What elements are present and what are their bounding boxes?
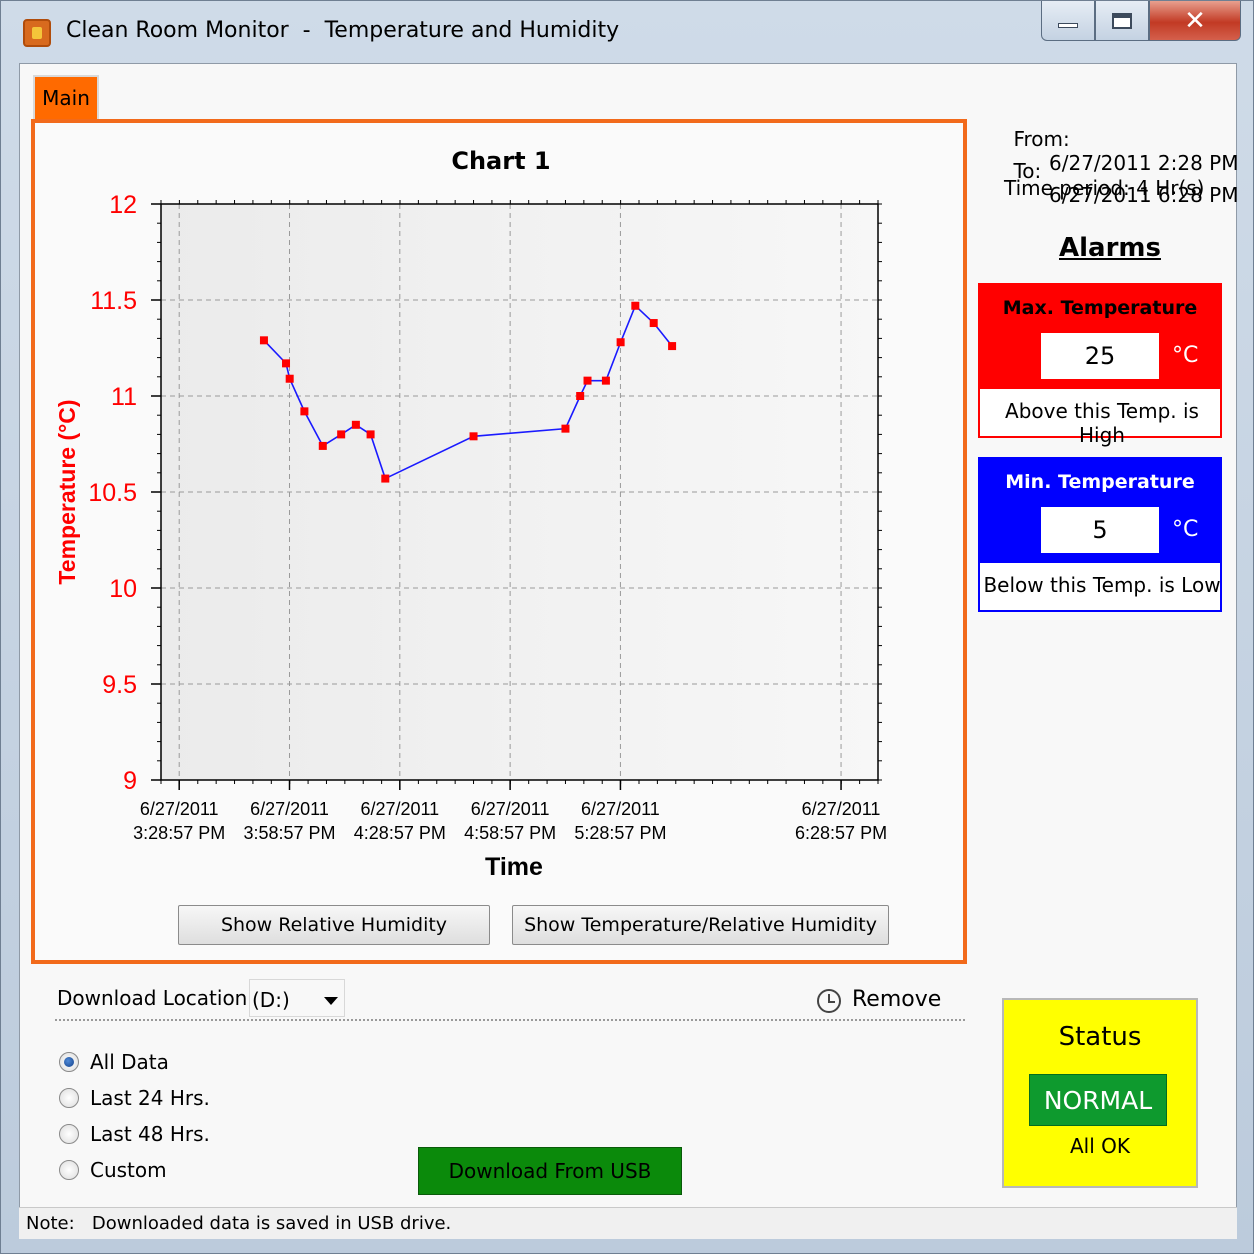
data-point [351, 420, 360, 429]
data-point [469, 432, 478, 441]
radio-label: All Data [90, 1050, 169, 1074]
data-point [381, 474, 390, 483]
status-badge: NORMAL [1029, 1074, 1167, 1126]
y-tick-label: 10 [109, 575, 137, 603]
status-note: All OK [1069, 1134, 1130, 1158]
data-point [561, 424, 570, 433]
data-point [601, 376, 610, 385]
app-window: Clean Room Monitor - Temperature and Hum… [0, 0, 1254, 1254]
chart-title: Chart 1 [451, 147, 551, 175]
data-point [631, 301, 640, 310]
download-location-select[interactable]: (D:) [249, 979, 345, 1017]
data-point [259, 336, 268, 345]
radio-label: Last 48 Hrs. [90, 1122, 210, 1146]
x-tick-label: 4:28:57 PM [354, 823, 446, 843]
radio-label: Last 24 Hrs. [90, 1086, 210, 1110]
radio-last-24-hrs[interactable]: Last 24 Hrs. [59, 1086, 210, 1110]
minimize-button[interactable] [1041, 1, 1095, 41]
from-value: 6/27/2011 2:28 PM [1049, 151, 1239, 175]
maximize-icon [1112, 12, 1132, 29]
window-title: Clean Room Monitor - Temperature and Hum… [66, 18, 620, 43]
radio-button[interactable] [59, 1088, 79, 1108]
x-tick-label: 6/27/2011 [250, 799, 329, 819]
temperature-chart: 1211.51110.5109.596/27/20113:28:57 PM6/2… [54, 191, 887, 881]
window-controls: ✕ [1041, 1, 1241, 43]
data-point [583, 376, 592, 385]
radio-all-data[interactable]: All Data [59, 1050, 169, 1074]
x-tick-label: 3:58:57 PM [243, 823, 335, 843]
x-tick-label: 3:28:57 PM [133, 823, 225, 843]
download-location-value: (D:) [252, 988, 290, 1012]
x-tick-label: 6/27/2011 [471, 799, 550, 819]
data-point [337, 430, 346, 439]
title-bar[interactable]: Clean Room Monitor - Temperature and Hum… [1, 1, 1253, 63]
x-tick-label: 6/27/2011 [802, 799, 881, 819]
minimize-icon [1058, 23, 1078, 28]
data-point [576, 392, 585, 400]
radio-button[interactable] [59, 1124, 79, 1144]
y-tick-label: 9 [123, 767, 137, 795]
data-point [668, 342, 677, 351]
remove-button[interactable]: Remove [852, 987, 941, 1012]
clock-icon[interactable] [817, 989, 841, 1013]
radio-label: Custom [90, 1158, 167, 1182]
data-point [616, 338, 625, 347]
data-point [282, 359, 291, 368]
x-tick-label: 5:28:57 PM [574, 823, 666, 843]
y-tick-label: 11 [111, 383, 137, 411]
time-period: Time period: 4 Hr(s) [1004, 176, 1205, 200]
min-temperature-input[interactable]: 5 [1041, 507, 1159, 553]
max-temperature-unit: °C [1172, 343, 1199, 368]
show-temperature-relative-humidity-button[interactable]: Show Temperature/Relative Humidity [512, 905, 889, 945]
radio-button[interactable] [59, 1160, 79, 1180]
y-tick-label: 11.5 [90, 287, 137, 315]
alarms-heading: Alarms [1059, 233, 1161, 263]
y-tick-label: 12 [109, 191, 137, 219]
max-temperature-input[interactable]: 25 [1041, 333, 1159, 379]
close-icon: ✕ [1184, 5, 1206, 36]
min-temperature-label: Min. Temperature [1005, 471, 1195, 493]
status-panel: Status NORMAL All OK [1002, 998, 1198, 1188]
x-tick-label: 6/27/2011 [140, 799, 219, 819]
data-point [366, 430, 375, 439]
y-tick-label: 9.5 [102, 671, 137, 699]
max-temperature-alarm: Max. Temperature 25 °C Above this Temp. … [978, 283, 1222, 447]
max-temperature-description: Above this Temp. is High [1005, 399, 1199, 447]
footer-note: Note: Downloaded data is saved in USB dr… [26, 1213, 451, 1234]
status-title: Status [1058, 1022, 1142, 1052]
data-point [649, 319, 658, 328]
data-point [318, 441, 327, 450]
plot-area [161, 204, 878, 780]
min-temperature-unit: °C [1172, 517, 1199, 542]
app-icon[interactable] [23, 19, 51, 47]
min-temperature-header: Min. Temperature 5 °C [978, 457, 1222, 563]
download-from-usb-button[interactable]: Download From USB [418, 1147, 682, 1195]
x-tick-label: 6/27/2011 [360, 799, 439, 819]
maximize-button[interactable] [1095, 1, 1149, 41]
x-axis-title: Time [485, 853, 543, 881]
note-label: Note: [26, 1213, 75, 1234]
min-temperature-description: Below this Temp. is Low [983, 573, 1221, 597]
show-relative-humidity-button[interactable]: Show Relative Humidity [178, 905, 490, 945]
chevron-down-icon [324, 997, 338, 1005]
data-point [300, 407, 309, 416]
radio-button[interactable] [59, 1052, 79, 1072]
data-point [285, 374, 294, 383]
note-text: Downloaded data is saved in USB drive. [91, 1213, 452, 1234]
x-tick-label: 4:58:57 PM [464, 823, 556, 843]
max-temperature-label: Max. Temperature [1002, 297, 1198, 319]
close-button[interactable]: ✕ [1149, 1, 1241, 41]
y-tick-label: 10.5 [88, 479, 137, 507]
radio-custom[interactable]: Custom [59, 1158, 167, 1182]
y-axis-title: Temperature (°C) [54, 399, 80, 584]
max-temperature-header: Max. Temperature 25 °C [978, 283, 1222, 389]
x-tick-label: 6/27/2011 [581, 799, 660, 819]
separator [55, 1019, 965, 1021]
download-location-label: Download Location [57, 986, 248, 1010]
tab-main[interactable]: Main [33, 75, 99, 119]
min-temperature-alarm: Min. Temperature 5 °C Below this Temp. i… [978, 457, 1222, 612]
radio-last-48-hrs[interactable]: Last 48 Hrs. [59, 1122, 210, 1146]
x-tick-label: 6:28:57 PM [795, 823, 887, 843]
